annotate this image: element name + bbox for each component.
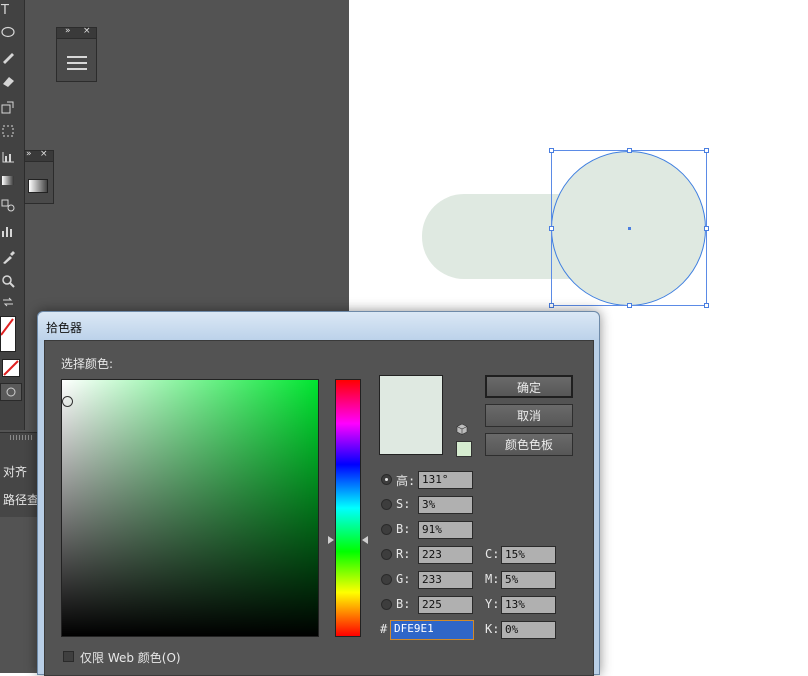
zoom-tool-icon[interactable] (0, 270, 24, 292)
panel-grip[interactable] (10, 435, 34, 440)
handle-bottom[interactable] (627, 303, 632, 308)
hue-slider-left-arrow-icon[interactable] (328, 536, 334, 544)
chart-tool-icon[interactable] (0, 146, 24, 168)
saturation-label: S: (396, 497, 411, 511)
tools-panel: T (0, 0, 25, 430)
stroke-swatch-icon[interactable] (0, 316, 16, 352)
brightness-label: B: (396, 522, 411, 536)
panel-header[interactable]: » × (57, 26, 96, 39)
hue-slider-right-arrow-icon[interactable] (362, 536, 368, 544)
pencil-tool-icon[interactable] (0, 46, 24, 68)
type-tool-icon[interactable]: T (0, 0, 24, 22)
handle-top-left[interactable] (549, 148, 554, 153)
black-field[interactable]: 0% (501, 621, 556, 639)
dialog-titlebar[interactable]: 拾色器 (38, 312, 599, 340)
websafe-warning-icon[interactable] (456, 423, 468, 435)
none-swatch-icon[interactable] (2, 359, 20, 377)
color-field-cursor[interactable] (62, 396, 73, 407)
scale-tool-icon[interactable] (0, 96, 24, 118)
eyedropper-tool-icon[interactable] (0, 246, 24, 268)
dialog-body: 选择颜色: 确定 取消 颜色色板 高: 131° S: 3% B: 91% R:… (44, 340, 594, 676)
draw-mode-icon[interactable] (0, 383, 22, 401)
expand-icon[interactable]: » (65, 26, 71, 36)
hex-label: # (380, 622, 388, 636)
ok-button[interactable]: 确定 (485, 375, 573, 398)
hue-radio[interactable] (381, 474, 392, 485)
expand-icon[interactable]: » (26, 149, 32, 159)
saturation-field[interactable]: 3% (418, 496, 473, 514)
saturation-radio[interactable] (381, 499, 392, 510)
handle-top-right[interactable] (704, 148, 709, 153)
cyan-label: C: (485, 547, 500, 561)
dialog-title: 拾色器 (46, 321, 83, 335)
brightness-radio[interactable] (381, 524, 392, 535)
blue-field[interactable]: 225 (418, 596, 473, 614)
green-field[interactable]: 233 (418, 571, 473, 589)
red-label: R: (396, 547, 411, 561)
color-swatches-button[interactable]: 颜色色板 (485, 433, 573, 456)
green-radio[interactable] (381, 574, 392, 585)
type-tool-glyph: T (1, 3, 9, 18)
handle-bottom-left[interactable] (549, 303, 554, 308)
hex-field[interactable]: DFE9E1 (390, 620, 474, 640)
brightness-field[interactable]: 91% (418, 521, 473, 539)
close-icon[interactable]: × (40, 149, 48, 159)
hue-slider[interactable] (335, 379, 361, 637)
web-colors-only-checkbox[interactable] (63, 651, 74, 662)
color-picker-dialog: 拾色器 选择颜色: 确定 取消 颜色色板 高: 131° S: 3% B: 91… (37, 311, 600, 676)
hue-field[interactable]: 131° (418, 471, 473, 489)
green-label: G: (396, 572, 411, 586)
selection-bounding-box[interactable] (549, 148, 709, 308)
cyan-field[interactable]: 15% (501, 546, 556, 564)
gradient-panel: » × (24, 149, 54, 204)
red-field[interactable]: 223 (418, 546, 473, 564)
close-icon[interactable]: × (83, 26, 91, 36)
yellow-label: Y: (485, 597, 500, 611)
handle-left[interactable] (549, 226, 554, 231)
panel-header[interactable]: » × (25, 149, 53, 162)
cancel-button[interactable]: 取消 (485, 404, 573, 427)
handle-right[interactable] (704, 226, 709, 231)
menu-icon[interactable] (67, 56, 87, 70)
blend-tool-icon[interactable] (0, 194, 24, 216)
blue-radio[interactable] (381, 599, 392, 610)
bar-graph-icon[interactable] (0, 220, 24, 242)
hue-label: 高: (396, 474, 416, 488)
black-label: K: (485, 622, 500, 636)
web-colors-only-label[interactable]: 仅限 Web 颜色(O) (80, 649, 181, 666)
gradient-swatch-icon[interactable] (28, 179, 48, 193)
select-color-label: 选择颜色: (61, 357, 114, 371)
color-field[interactable] (61, 379, 319, 637)
free-transform-icon[interactable] (0, 120, 24, 142)
magenta-field[interactable]: 5% (501, 571, 556, 589)
swap-colors-icon[interactable] (0, 292, 24, 314)
handle-top[interactable] (627, 148, 632, 153)
handle-bottom-right[interactable] (704, 303, 709, 308)
eraser-tool-icon[interactable] (0, 70, 24, 92)
magenta-label: M: (485, 572, 500, 586)
gradient-tool-icon[interactable] (0, 170, 24, 192)
websafe-color-swatch[interactable] (456, 441, 472, 457)
yellow-field[interactable]: 13% (501, 596, 556, 614)
align-tab[interactable]: 对齐 (3, 463, 27, 480)
collapsed-panel: » × (56, 26, 97, 82)
red-radio[interactable] (381, 549, 392, 560)
color-preview-swatch (379, 375, 443, 455)
pathfinder-tab[interactable]: 路径查 (3, 491, 39, 508)
center-point (628, 227, 631, 230)
blue-label: B: (396, 597, 411, 611)
ellipse-tool-icon[interactable] (0, 22, 24, 44)
